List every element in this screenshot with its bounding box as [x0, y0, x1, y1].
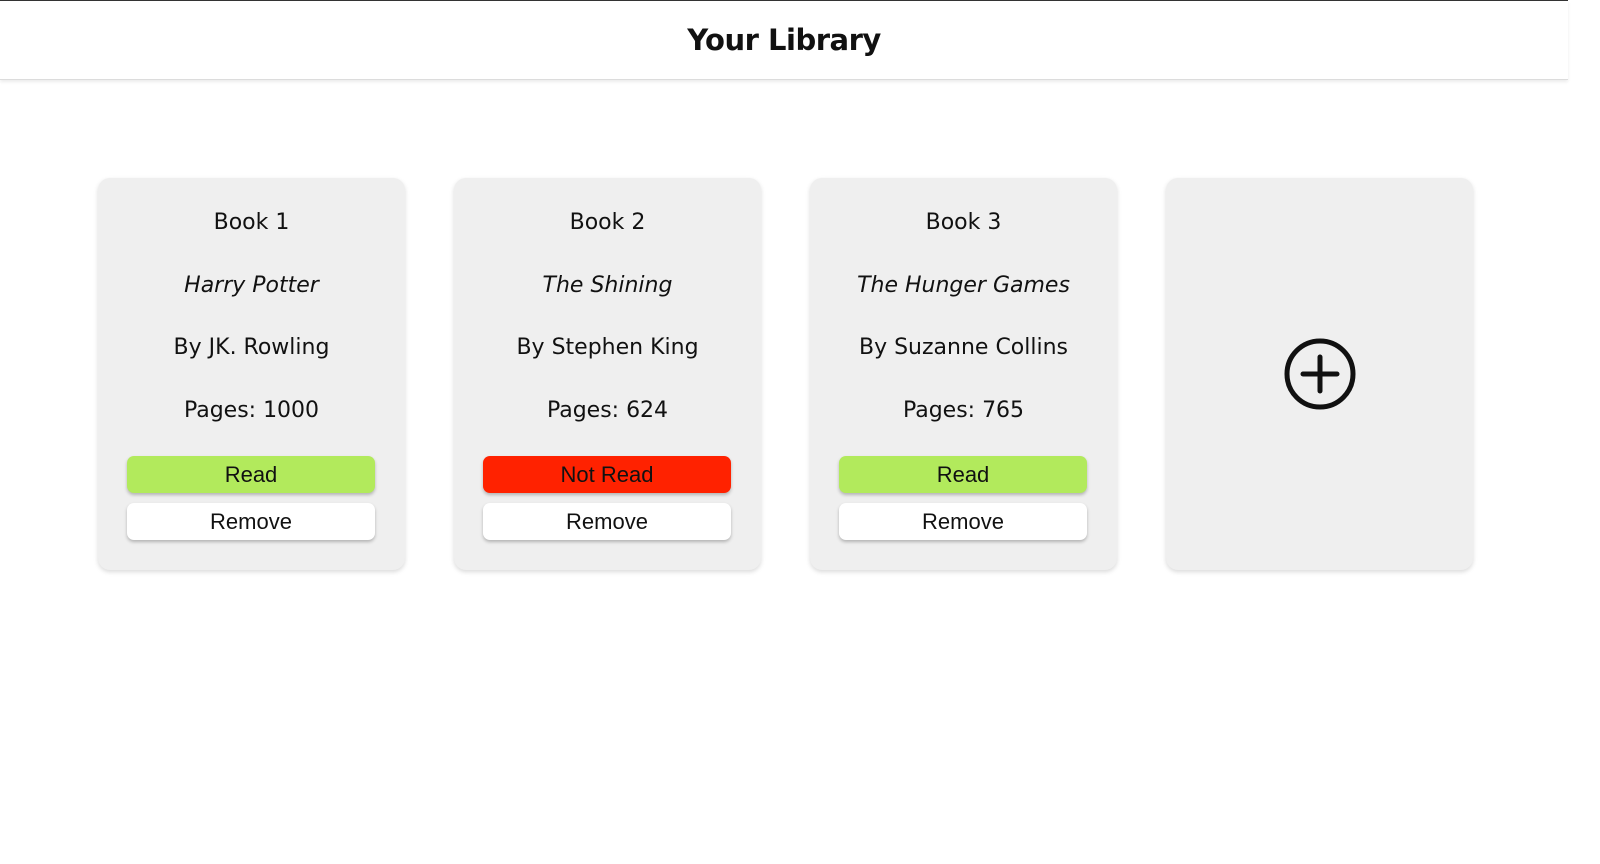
book-number: Book 3 [925, 210, 1002, 235]
read-status-button[interactable]: Read [839, 456, 1087, 493]
book-card-1: Book 1 Harry Potter By JK. Rowling Pages… [98, 178, 405, 570]
book-pages: Pages: 624 [546, 398, 669, 423]
remove-button[interactable]: Remove [483, 503, 731, 540]
read-status-button[interactable]: Not Read [483, 456, 731, 493]
library-grid: Book 1 Harry Potter By JK. Rowling Pages… [98, 178, 1473, 570]
read-status-button[interactable]: Read [127, 456, 375, 493]
plus-circle-icon[interactable] [1283, 337, 1357, 411]
book-card-2: Book 2 The Shining By Stephen King Pages… [454, 178, 761, 570]
book-pages: Pages: 765 [902, 398, 1025, 423]
remove-button[interactable]: Remove [839, 503, 1087, 540]
book-author: By JK. Rowling [173, 335, 330, 360]
book-title: The Hunger Games [857, 273, 1070, 298]
page-header: Your Library [0, 0, 1568, 80]
page-title: Your Library [687, 23, 881, 57]
add-book-card[interactable] [1166, 178, 1473, 570]
book-card-3: Book 3 The Hunger Games By Suzanne Colli… [810, 178, 1117, 570]
book-author: By Stephen King [516, 335, 699, 360]
book-title: The Shining [542, 273, 673, 298]
book-pages: Pages: 1000 [183, 398, 320, 423]
book-author: By Suzanne Collins [858, 335, 1069, 360]
book-number: Book 2 [569, 210, 646, 235]
book-number: Book 1 [213, 210, 290, 235]
book-title: Harry Potter [184, 273, 319, 298]
remove-button[interactable]: Remove [127, 503, 375, 540]
